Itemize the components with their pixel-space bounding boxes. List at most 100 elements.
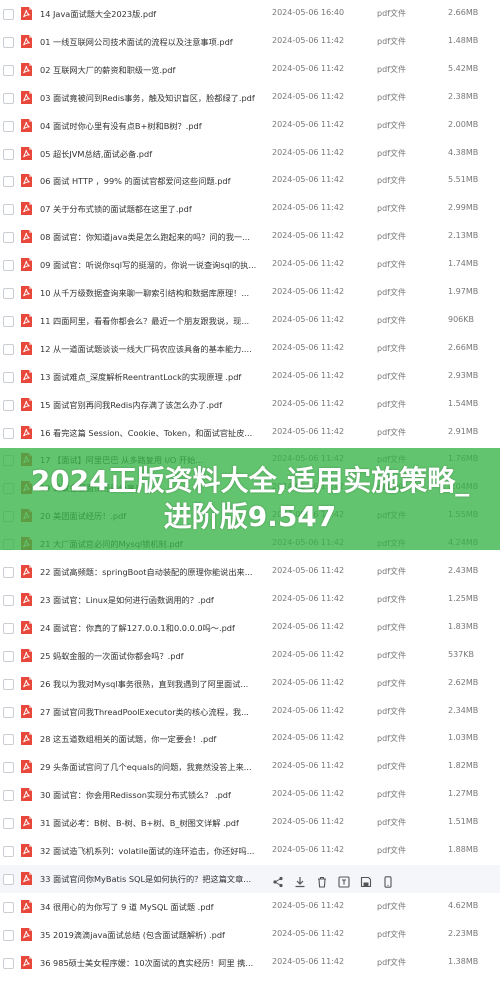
row-checkbox[interactable] xyxy=(3,316,14,327)
file-name[interactable]: 04 面试时你心里有没有点B+树和B树？.pdf xyxy=(40,120,265,132)
file-name[interactable]: 24 面试官：你真的了解127.0.0.1和0.0.0.0吗～.pdf xyxy=(40,622,265,634)
file-name[interactable]: 06 面试 HTTP ，99% 的面试官都爱问这些问题.pdf xyxy=(40,175,265,187)
file-row[interactable]: 01 一线互联网公司技术面试的流程以及注意事项.pdf 2024-05-06 11… xyxy=(0,28,500,56)
file-name[interactable]: 03 面试竟被问到Redis事务，触及知识盲区，脸都绿了.pdf xyxy=(40,92,265,104)
row-checkbox[interactable] xyxy=(3,734,14,745)
file-row[interactable]: 22 面试高频题：springBoot自动装配的原理你能说出来... 2024-0… xyxy=(0,558,500,586)
file-name[interactable]: 14 Java面试题大全2023版.pdf xyxy=(40,8,265,20)
file-row[interactable]: 30 面试官：你会用Redisson实现分布式锁么？ .pdf 2024-05-0… xyxy=(0,781,500,809)
file-name[interactable]: 10 从千万级数据查询来聊一聊索引结构和数据库原理！... xyxy=(40,287,265,299)
file-name[interactable]: 16 看完这篇 Session、Cookie、Token，和面试官扯皮... xyxy=(40,427,265,439)
row-checkbox[interactable] xyxy=(3,149,14,160)
row-checkbox[interactable] xyxy=(3,204,14,215)
file-row[interactable]: 31 面试必考：B树、B-树、B+树、B_树图文详解 .pdf 2024-05-0… xyxy=(0,809,500,837)
file-row[interactable]: 27 面试官问我ThreadPoolExecutor类的核心流程，我... 202… xyxy=(0,698,500,726)
delete-icon[interactable] xyxy=(316,873,328,888)
phone-icon[interactable] xyxy=(382,873,394,888)
file-name[interactable]: 35 2019滴滴java面试总结 (包含面试题解析) .pdf xyxy=(40,929,265,941)
row-checkbox[interactable] xyxy=(3,707,14,718)
row-checkbox[interactable] xyxy=(3,762,14,773)
promo-banner[interactable]: 2024正版资料大全,适用实施策略_进阶版9.547 xyxy=(0,448,500,550)
row-checkbox[interactable] xyxy=(3,372,14,383)
file-row[interactable]: 15 面试官别再问我Redis内存满了该怎么办了.pdf 2024-05-06 1… xyxy=(0,391,500,419)
file-name[interactable]: 22 面试高频题：springBoot自动装配的原理你能说出来... xyxy=(40,566,265,578)
file-row[interactable]: 06 面试 HTTP ，99% 的面试官都爱问这些问题.pdf 2024-05-0… xyxy=(0,167,500,195)
file-name[interactable]: 28 这五道数组相关的面试题，你一定要会！.pdf xyxy=(40,733,265,745)
file-row[interactable]: 02 互联网大厂的薪资和职级一览.pdf 2024-05-06 11:42 pdf文… xyxy=(0,56,500,84)
file-row[interactable]: 35 2019滴滴java面试总结 (包含面试题解析) .pdf 2024-05-… xyxy=(0,921,500,949)
row-checkbox[interactable] xyxy=(3,651,14,662)
row-checkbox[interactable] xyxy=(3,344,14,355)
file-name[interactable]: 26 我以为我对Mysql事务很熟，直到我遇到了阿里面试... xyxy=(40,678,265,690)
file-name[interactable]: 25 蚂蚁金服的一次面试你都会吗？.pdf xyxy=(40,650,265,662)
row-checkbox[interactable] xyxy=(3,958,14,969)
file-name[interactable]: 11 四面阿里，看看你都会么？最近一个朋友跟我说，现... xyxy=(40,315,265,327)
file-row[interactable]: 03 面试竟被问到Redis事务，触及知识盲区，脸都绿了.pdf 2024-05-… xyxy=(0,84,500,112)
file-row[interactable]: 09 面试官：听说你sql写的挺溜的，你说一说查询sql的执... 2024-05… xyxy=(0,251,500,279)
file-row[interactable]: 24 面试官：你真的了解127.0.0.1和0.0.0.0吗～.pdf 2024-… xyxy=(0,614,500,642)
file-name[interactable]: 29 头条面试官问了几个equals的问题，我竟然没答上来... xyxy=(40,761,265,773)
file-row[interactable]: 32 面试造飞机系列：volatile面试的连环追击，你还好吗... 2024-0… xyxy=(0,837,500,865)
row-checkbox[interactable] xyxy=(3,93,14,104)
row-checkbox[interactable] xyxy=(3,9,14,20)
save-icon[interactable] xyxy=(360,873,372,888)
file-row[interactable]: 04 面试时你心里有没有点B+树和B树？.pdf 2024-05-06 11:42… xyxy=(0,112,500,140)
file-row[interactable]: 34 很用心的为你写了 9 道 MySQL 面试题 .pdf 2024-05-06… xyxy=(0,893,500,921)
share-icon[interactable] xyxy=(272,873,284,888)
file-row[interactable]: 16 看完这篇 Session、Cookie、Token，和面试官扯皮... 20… xyxy=(0,419,500,447)
file-name[interactable]: 23 面试官：Linux是如何进行函数调用的？.pdf xyxy=(40,594,265,606)
file-row[interactable]: 10 从千万级数据查询来聊一聊索引结构和数据库原理！... 2024-05-06 … xyxy=(0,279,500,307)
file-row[interactable]: 23 面试官：Linux是如何进行函数调用的？.pdf 2024-05-06 11… xyxy=(0,586,500,614)
file-name[interactable]: 07 关于分布式锁的面试题都在这里了.pdf xyxy=(40,203,265,215)
row-checkbox[interactable] xyxy=(3,260,14,271)
row-checkbox[interactable] xyxy=(3,930,14,941)
file-row[interactable]: 08 面试官：你知道java类是怎么跑起来的吗？问的我一... 2024-05-0… xyxy=(0,223,500,251)
file-row[interactable]: 12 从一道面试题谈谈一线大厂码农应该具备的基本能力.... 2024-05-06… xyxy=(0,335,500,363)
row-checkbox[interactable] xyxy=(3,846,14,857)
file-name[interactable]: 31 面试必考：B树、B-树、B+树、B_树图文详解 .pdf xyxy=(40,817,265,829)
row-checkbox[interactable] xyxy=(3,232,14,243)
file-row[interactable]: 36 985硕士美女程序媛：10次面试的真实经历！阿里 携... 2024-05-… xyxy=(0,949,500,977)
file-name[interactable]: 13 面试难点_深度解析ReentrantLock的实现原理 .pdf xyxy=(40,371,265,383)
row-checkbox[interactable] xyxy=(3,176,14,187)
file-row[interactable]: 11 四面阿里，看看你都会么？最近一个朋友跟我说，现... 2024-05-06 … xyxy=(0,307,500,335)
file-row[interactable]: 05 超长JVM总结,面试必备.pdf 2024-05-06 11:42 pdf文件… xyxy=(0,140,500,168)
row-checkbox[interactable] xyxy=(3,902,14,913)
file-name[interactable]: 32 面试造飞机系列：volatile面试的连环追击，你还好吗... xyxy=(40,845,265,857)
file-name[interactable]: 15 面试官别再问我Redis内存满了该怎么办了.pdf xyxy=(40,399,265,411)
file-name[interactable]: 30 面试官：你会用Redisson实现分布式锁么？ .pdf xyxy=(40,789,265,801)
file-row[interactable]: 33 面试官问你MyBatis SQL是如何执行的？把这篇文章... xyxy=(0,865,500,893)
row-checkbox[interactable] xyxy=(3,121,14,132)
row-checkbox[interactable] xyxy=(3,595,14,606)
row-checkbox[interactable] xyxy=(3,567,14,578)
file-name[interactable]: 27 面试官问我ThreadPoolExecutor类的核心流程，我... xyxy=(40,706,265,718)
file-name[interactable]: 09 面试官：听说你sql写的挺溜的，你说一说查询sql的执... xyxy=(40,259,265,271)
file-row[interactable]: 25 蚂蚁金服的一次面试你都会吗？.pdf 2024-05-06 11:42 pdf… xyxy=(0,642,500,670)
file-name[interactable]: 36 985硕士美女程序媛：10次面试的真实经历！阿里 携... xyxy=(40,957,265,969)
file-row[interactable]: 07 关于分布式锁的面试题都在这里了.pdf 2024-05-06 11:42 pd… xyxy=(0,195,500,223)
file-name[interactable]: 05 超长JVM总结,面试必备.pdf xyxy=(40,148,265,160)
row-checkbox[interactable] xyxy=(3,790,14,801)
row-checkbox[interactable] xyxy=(3,288,14,299)
file-name[interactable]: 33 面试官问你MyBatis SQL是如何执行的？把这篇文章... xyxy=(40,873,265,885)
file-row[interactable]: 29 头条面试官问了几个equals的问题，我竟然没答上来... 2024-05-… xyxy=(0,753,500,781)
row-checkbox[interactable] xyxy=(3,428,14,439)
row-checkbox[interactable] xyxy=(3,679,14,690)
file-name[interactable]: 02 互联网大厂的薪资和职级一览.pdf xyxy=(40,64,265,76)
row-checkbox[interactable] xyxy=(3,65,14,76)
file-row[interactable]: 26 我以为我对Mysql事务很熟，直到我遇到了阿里面试... 2024-05-0… xyxy=(0,670,500,698)
row-checkbox[interactable] xyxy=(3,818,14,829)
row-checkbox[interactable] xyxy=(3,874,14,885)
row-checkbox[interactable] xyxy=(3,400,14,411)
file-name[interactable]: 34 很用心的为你写了 9 道 MySQL 面试题 .pdf xyxy=(40,901,265,913)
row-checkbox[interactable] xyxy=(3,623,14,634)
file-name[interactable]: 12 从一道面试题谈谈一线大厂码农应该具备的基本能力.... xyxy=(40,343,265,355)
row-checkbox[interactable] xyxy=(3,37,14,48)
file-row[interactable]: 28 这五道数组相关的面试题，你一定要会！.pdf 2024-05-06 11:4… xyxy=(0,725,500,753)
download-icon[interactable] xyxy=(294,873,306,888)
rename-icon[interactable] xyxy=(338,873,350,888)
file-name[interactable]: 08 面试官：你知道java类是怎么跑起来的吗？问的我一... xyxy=(40,231,265,243)
file-name[interactable]: 01 一线互联网公司技术面试的流程以及注意事项.pdf xyxy=(40,36,265,48)
file-row[interactable]: 14 Java面试题大全2023版.pdf 2024-05-06 16:40 pdf… xyxy=(0,0,500,28)
file-row[interactable]: 13 面试难点_深度解析ReentrantLock的实现原理 .pdf 2024-… xyxy=(0,363,500,391)
